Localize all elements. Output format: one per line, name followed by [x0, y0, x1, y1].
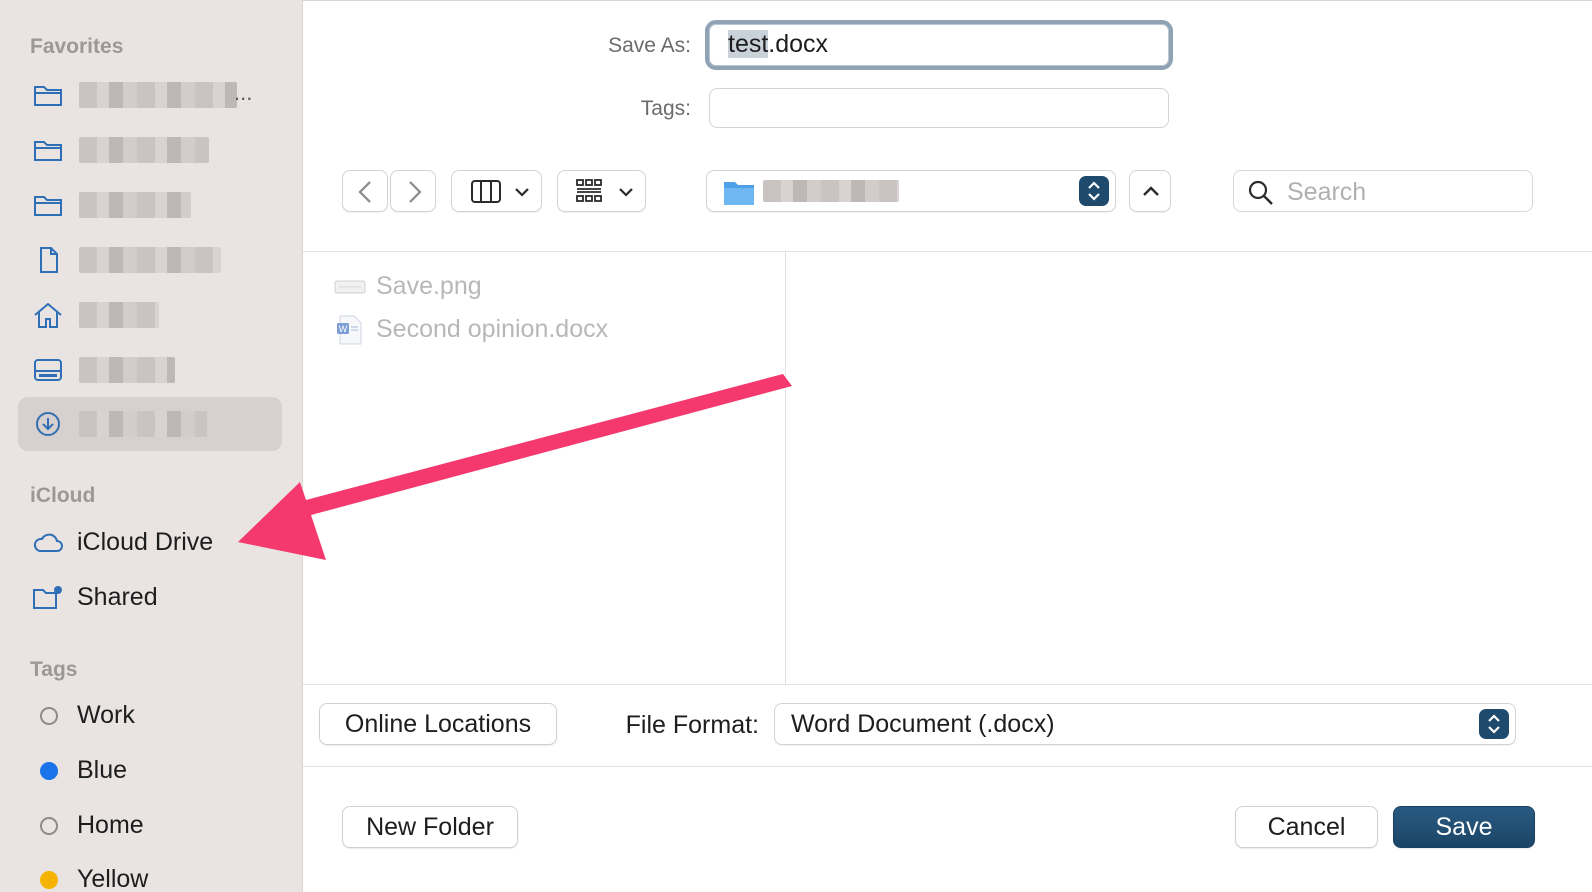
- search-icon: [1248, 180, 1273, 205]
- redacted-label: [79, 137, 209, 163]
- redacted-label: [79, 192, 191, 218]
- sidebar-item-downloads-selected[interactable]: [18, 397, 282, 451]
- tags-label: Tags:: [640, 97, 691, 120]
- group-by-button[interactable]: [557, 170, 646, 212]
- sidebar: Favorites ... iCloud iCloud Drive Shared…: [0, 0, 303, 892]
- location-popup[interactable]: [706, 170, 1116, 212]
- sidebar-item-label: iCloud Drive: [77, 528, 214, 556]
- sidebar-tag-work[interactable]: Work: [18, 689, 282, 743]
- format-bottom-divider: [303, 766, 1592, 767]
- grid-group-icon: [576, 179, 633, 202]
- shared-folder-icon: [32, 584, 64, 612]
- chevron-up-icon: [1143, 186, 1159, 196]
- file-format-popup[interactable]: Word Document (.docx): [774, 703, 1516, 745]
- tag-color-dot: [40, 762, 58, 780]
- sidebar-item-favorite-4[interactable]: [18, 233, 282, 287]
- sidebar-item-label: Yellow: [77, 865, 149, 892]
- sidebar-tag-home[interactable]: Home: [18, 799, 282, 853]
- truncation-ellipsis: ...: [234, 80, 253, 105]
- up-down-chevrons-icon: [1088, 181, 1100, 201]
- sidebar-tag-blue[interactable]: Blue: [18, 744, 282, 798]
- favorites-heading: Favorites: [30, 35, 124, 58]
- file-format-value: Word Document (.docx): [791, 710, 1055, 738]
- sidebar-item-icloud-drive[interactable]: iCloud Drive: [18, 516, 282, 570]
- search-field[interactable]: Search: [1233, 170, 1533, 212]
- filename-extension: .docx: [768, 30, 829, 58]
- download-icon: [32, 410, 64, 438]
- columns-view-icon: [471, 180, 529, 203]
- save-as-label: Save As:: [608, 34, 691, 57]
- sidebar-item-favorite-3[interactable]: [18, 178, 282, 232]
- search-placeholder: Search: [1287, 178, 1367, 206]
- sidebar-item-label: Work: [77, 701, 135, 729]
- browser-bottom-divider: [303, 684, 1592, 685]
- svg-text:W: W: [339, 324, 348, 334]
- back-button[interactable]: [342, 170, 388, 212]
- cancel-button[interactable]: Cancel: [1235, 806, 1378, 848]
- toolbar-divider: [303, 251, 1592, 252]
- tag-color-dot: [40, 817, 58, 835]
- cloud-icon: [32, 529, 64, 557]
- file-format-label: File Format:: [625, 711, 759, 739]
- blue-folder-icon: [724, 182, 754, 205]
- chevron-left-icon: [358, 181, 371, 203]
- file-name: Second opinion.docx: [376, 315, 609, 343]
- redacted-label: [79, 411, 207, 437]
- icloud-heading: iCloud: [30, 484, 96, 507]
- sidebar-item-favorite-2[interactable]: [18, 123, 282, 177]
- folder-icon: [32, 81, 64, 109]
- tags-heading: Tags: [30, 658, 78, 681]
- sidebar-tag-yellow[interactable]: Yellow: [18, 853, 282, 892]
- tags-field[interactable]: [709, 88, 1169, 128]
- sidebar-item-favorite-1[interactable]: ...: [18, 68, 282, 122]
- redacted-label: [79, 357, 175, 383]
- location-stepper: [1079, 176, 1109, 206]
- tag-color-dot: [40, 871, 58, 889]
- redacted-label: [79, 247, 221, 273]
- sidebar-item-label: Home: [77, 811, 144, 839]
- file-name: Save.png: [376, 272, 482, 300]
- column-divider: [785, 252, 786, 684]
- view-mode-button[interactable]: [451, 170, 542, 212]
- file-format-stepper: [1479, 709, 1509, 739]
- sidebar-item-label: Blue: [77, 756, 128, 784]
- save-as-field[interactable]: test.docx: [705, 20, 1173, 70]
- sidebar-item-favorite-6[interactable]: [18, 343, 282, 397]
- folder-icon: [32, 191, 64, 219]
- document-icon: [32, 246, 64, 274]
- redacted-label: [79, 82, 237, 108]
- forward-button[interactable]: [390, 170, 436, 212]
- redacted-location-name: [763, 180, 899, 202]
- save-dialog: Save As: test.docx Tags: Search Save.png…: [303, 0, 1592, 892]
- save-button[interactable]: Save: [1393, 806, 1535, 848]
- redacted-label: [79, 302, 159, 328]
- home-icon: [32, 301, 64, 329]
- new-folder-button[interactable]: New Folder: [342, 806, 518, 848]
- tag-color-dot: [40, 707, 58, 725]
- up-down-chevrons-icon: [1488, 714, 1500, 734]
- drive-icon: [32, 356, 64, 384]
- sidebar-item-favorite-5[interactable]: [18, 288, 282, 342]
- word-file-icon: W: [337, 315, 362, 345]
- filename-selected-text: test: [728, 30, 769, 58]
- folder-icon: [32, 136, 64, 164]
- chevron-right-icon: [409, 181, 422, 203]
- sidebar-item-label: Shared: [77, 583, 158, 611]
- image-file-icon: [334, 280, 366, 294]
- sidebar-item-shared[interactable]: Shared: [18, 571, 282, 625]
- online-locations-button[interactable]: Online Locations: [319, 703, 557, 745]
- collapse-browser-button[interactable]: [1129, 170, 1171, 212]
